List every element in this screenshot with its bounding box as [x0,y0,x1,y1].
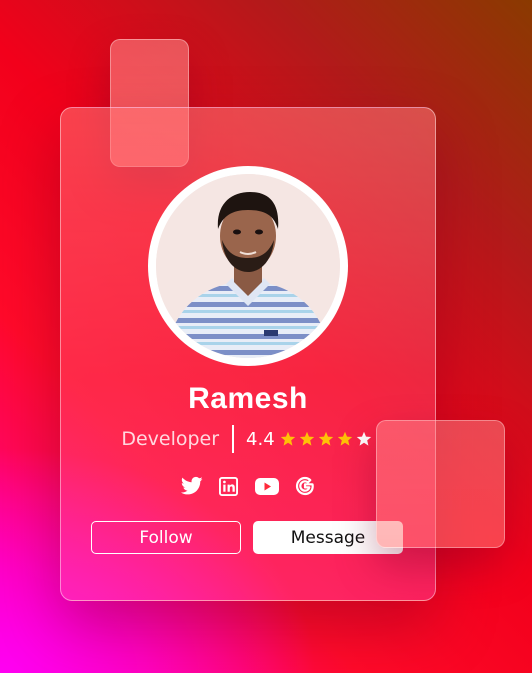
star-filled-icon [280,431,295,446]
star-filled-icon [318,431,333,446]
rating-stars [280,431,375,447]
follow-button[interactable]: Follow [91,521,241,554]
youtube-icon[interactable] [254,475,279,497]
star-filled-icon [299,431,314,446]
rating-value: 4.4 [246,428,275,450]
twitter-icon[interactable] [180,475,203,497]
profile-name: Ramesh [188,382,308,415]
decorative-glass-panel-right [376,420,505,548]
avatar [156,174,340,358]
linkedin-icon[interactable] [218,475,240,497]
avatar-photo [156,174,340,358]
star-empty-icon [356,431,371,446]
avatar-ring [148,166,348,366]
profile-role: Developer [121,428,220,450]
google-icon[interactable] [294,475,316,497]
star-filled-icon [337,431,352,446]
